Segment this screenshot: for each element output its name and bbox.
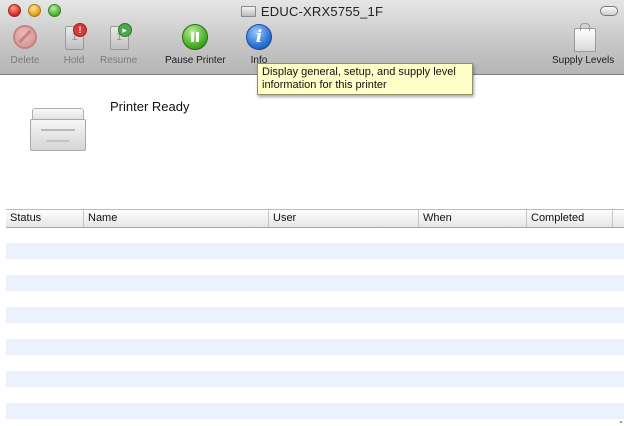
delete-icon [10, 22, 40, 52]
info-button[interactable]: i Info [244, 22, 274, 66]
column-header-name[interactable]: Name [84, 210, 269, 227]
table-row [6, 243, 624, 259]
info-tooltip: Display general, setup, and supply level… [257, 63, 473, 95]
table-row [6, 387, 624, 403]
hold-button[interactable]: 1 ! Hold [59, 22, 89, 66]
table-row [6, 291, 624, 307]
toolbar-toggle-button[interactable] [600, 6, 618, 16]
jobs-table [6, 227, 624, 419]
column-header-user[interactable]: User [269, 210, 419, 227]
column-header-completed[interactable]: Completed [527, 210, 613, 227]
printer-status: Printer Ready [110, 99, 190, 114]
pause-printer-button[interactable]: Pause Printer [165, 22, 226, 66]
table-row [6, 227, 624, 243]
jobs-table-header: Status Name User When Completed [6, 209, 624, 228]
info-icon: i [244, 22, 274, 52]
resize-handle[interactable] [620, 421, 622, 423]
hold-job-icon: 1 ! [59, 22, 89, 52]
table-row [6, 259, 624, 275]
supply-levels-button[interactable]: Supply Levels [552, 22, 614, 66]
table-row [6, 307, 624, 323]
delete-button[interactable]: Delete [10, 22, 40, 66]
print-queue-window: EDUC-XRX5755_1F Delete 1 ! Hold 1 ▸ Resu… [0, 0, 624, 426]
table-row [6, 355, 624, 371]
window-title: EDUC-XRX5755_1F [0, 3, 624, 19]
printer-title-icon [240, 6, 256, 18]
pause-icon [180, 22, 210, 52]
table-row [6, 323, 624, 339]
table-row [6, 339, 624, 355]
resume-button[interactable]: 1 ▸ Resume [100, 22, 137, 66]
shopping-bag-icon [568, 22, 598, 52]
resume-job-icon: 1 ▸ [104, 22, 134, 52]
table-row [6, 403, 624, 419]
table-row [6, 371, 624, 387]
table-row [6, 275, 624, 291]
column-header-status[interactable]: Status [6, 210, 84, 227]
column-header-when[interactable]: When [419, 210, 527, 227]
printer-icon [30, 108, 86, 152]
